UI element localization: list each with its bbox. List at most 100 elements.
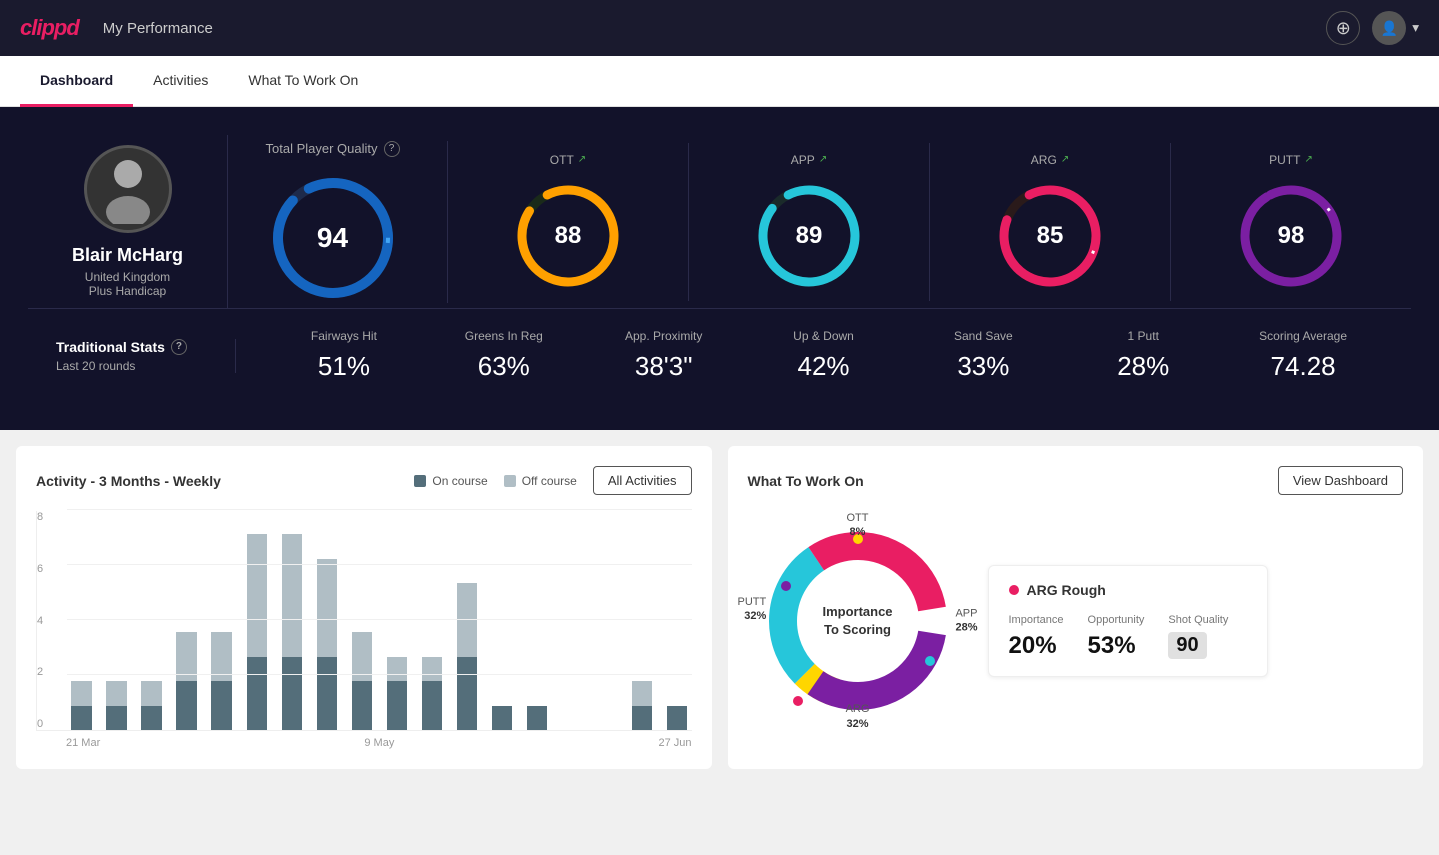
nav-right: ⊕ 👤 ▾ — [1326, 11, 1419, 45]
bar-group-10 — [417, 511, 446, 730]
ott-gauge: 88 — [513, 181, 623, 291]
stats-bar: Traditional Stats ? Last 20 rounds Fairw… — [28, 308, 1411, 402]
avatar — [84, 145, 172, 233]
stat-scoring-label: Scoring Average — [1259, 329, 1347, 343]
bar-group-13 — [522, 511, 551, 730]
stats-sub: Last 20 rounds — [56, 359, 215, 373]
tab-what-to-work-on[interactable]: What To Work On — [228, 56, 378, 107]
tab-dashboard[interactable]: Dashboard — [20, 56, 133, 107]
info-icon[interactable]: ? — [384, 141, 400, 157]
stat-proximity-label: App. Proximity — [625, 329, 702, 343]
bar-on — [387, 681, 407, 730]
tabs-bar: Dashboard Activities What To Work On — [0, 56, 1439, 107]
bar-group-0 — [67, 511, 96, 730]
bar-on — [667, 706, 687, 730]
activity-chart-title: Activity - 3 Months - Weekly — [36, 473, 221, 489]
bar-group-5 — [242, 511, 271, 730]
putt-pct: 32% — [738, 609, 767, 623]
stat-fairways-label: Fairways Hit — [311, 329, 377, 343]
stat-greens-label: Greens In Reg — [465, 329, 543, 343]
app-pct: 28% — [955, 621, 977, 635]
stat-scoring: Scoring Average 74.28 — [1223, 329, 1383, 382]
add-button[interactable]: ⊕ — [1326, 11, 1360, 45]
app-score: 89 — [796, 222, 823, 250]
donut-center-text: ImportanceTo Scoring — [822, 603, 892, 639]
bar-group-11 — [452, 511, 481, 730]
recommendation-metrics: Importance 20% Opportunity 53% Shot Qual… — [1009, 614, 1247, 660]
user-avatar-button[interactable]: 👤 ▾ — [1372, 11, 1419, 45]
recommendation-title: ARG Rough — [1009, 582, 1247, 598]
arg-trend: ↗ — [1061, 154, 1069, 165]
stat-oneputt: 1 Putt 28% — [1063, 329, 1223, 382]
shotquality-metric: Shot Quality 90 — [1168, 614, 1228, 660]
stat-sandsave-label: Sand Save — [954, 329, 1013, 343]
putt-donut-label: PUTT — [738, 595, 767, 609]
stat-fairways-value: 51% — [318, 351, 370, 382]
stat-updown-label: Up & Down — [793, 329, 854, 343]
bar-off — [282, 534, 302, 656]
workon-title: What To Work On — [748, 473, 864, 489]
stat-items: Fairways Hit 51% Greens In Reg 63% App. … — [236, 329, 1383, 382]
stat-fairways: Fairways Hit 51% — [264, 329, 424, 382]
legend-oncourse: On course — [414, 474, 487, 488]
bar-on — [317, 657, 337, 730]
nav-title: My Performance — [103, 20, 213, 37]
view-dashboard-button[interactable]: View Dashboard — [1278, 466, 1403, 495]
putt-trend: ↗ — [1304, 154, 1312, 165]
avatar: 👤 — [1372, 11, 1406, 45]
bar-group-17 — [663, 511, 692, 730]
player-card: Blair McHarg United Kingdom Plus Handica… — [28, 135, 228, 308]
stat-oneputt-value: 28% — [1117, 351, 1169, 382]
donut-chart: ImportanceTo Scoring OTT 8% APP 28% ARG … — [748, 511, 968, 731]
avatar-chevron: ▾ — [1412, 20, 1419, 36]
bottom-section: Activity - 3 Months - Weekly On course O… — [0, 430, 1439, 785]
bar-off — [71, 681, 91, 705]
bar-on — [457, 657, 477, 730]
activity-card-header: Activity - 3 Months - Weekly On course O… — [36, 466, 692, 495]
tab-activities[interactable]: Activities — [133, 56, 228, 107]
metric-arg: ARG ↗ 85 — [930, 143, 1171, 301]
x-axis: 21 Mar 9 May 27 Jun — [36, 737, 692, 749]
workon-body: ImportanceTo Scoring OTT 8% APP 28% ARG … — [748, 511, 1404, 731]
stat-updown-value: 42% — [797, 351, 849, 382]
arg-gauge: 85 — [995, 181, 1105, 291]
stat-oneputt-label: 1 Putt — [1128, 329, 1159, 343]
bar-on — [247, 657, 267, 730]
bar-group-16 — [628, 511, 657, 730]
quality-label: Total Player Quality ? — [266, 141, 400, 157]
arg-donut-label: ARG — [846, 702, 870, 716]
stats-label-group: Traditional Stats ? Last 20 rounds — [56, 339, 236, 373]
stat-proximity: App. Proximity 38'3" — [584, 329, 744, 382]
putt-gauge: 98 — [1236, 181, 1346, 291]
metric-ott: OTT ↗ 88 — [448, 143, 689, 301]
bar-off — [141, 681, 161, 705]
player-name: Blair McHarg — [72, 245, 183, 266]
arg-pct: 32% — [846, 717, 870, 731]
y-axis: 8 6 4 2 0 — [37, 511, 43, 730]
bar-group-8 — [347, 511, 376, 730]
bar-group-4 — [207, 511, 236, 730]
bar-group-9 — [382, 511, 411, 730]
total-quality: Total Player Quality ? 94 — [248, 141, 448, 303]
app-logo: clippd — [20, 15, 79, 41]
recommendation-dot — [1009, 585, 1019, 595]
activity-card: Activity - 3 Months - Weekly On course O… — [16, 446, 712, 769]
stats-info-icon[interactable]: ? — [171, 339, 187, 355]
workon-header: What To Work On View Dashboard — [748, 466, 1404, 495]
player-handicap: Plus Handicap — [89, 284, 166, 298]
metric-cards: OTT ↗ 88 APP ↗ — [448, 143, 1411, 301]
stat-sandsave-value: 33% — [957, 351, 1009, 382]
bar-group-7 — [312, 511, 341, 730]
workon-card: What To Work On View Dashboard — [728, 446, 1424, 769]
bar-on — [527, 706, 547, 730]
bar-off — [352, 632, 372, 681]
ott-donut-label: OTT — [847, 511, 869, 525]
bar-on — [282, 657, 302, 730]
offcourse-label: Off course — [522, 474, 577, 488]
all-activities-button[interactable]: All Activities — [593, 466, 692, 495]
stat-greens: Greens In Reg 63% — [424, 329, 584, 382]
bar-group-6 — [277, 511, 306, 730]
bar-off — [422, 657, 442, 681]
app-donut-label: APP — [955, 607, 977, 621]
stat-proximity-value: 38'3" — [635, 351, 693, 382]
